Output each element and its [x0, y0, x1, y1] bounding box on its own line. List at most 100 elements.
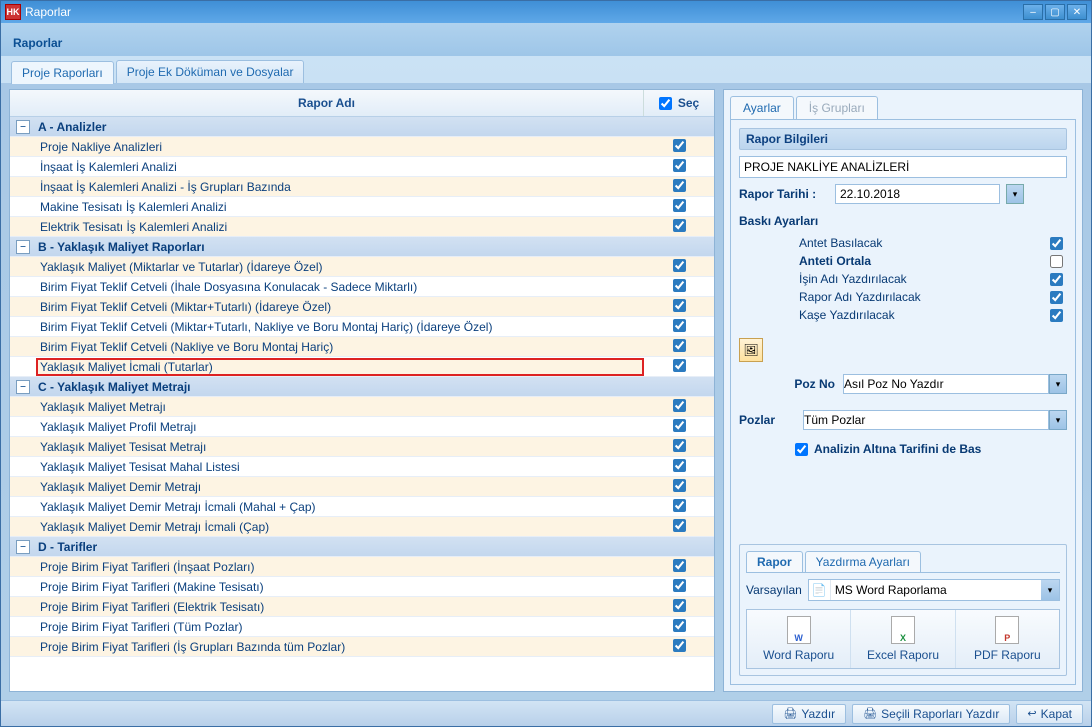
row-select-checkbox[interactable]	[673, 199, 686, 212]
group-label: C - Yaklaşık Maliyet Metrajı	[34, 378, 644, 396]
export-pdf-button[interactable]: P PDF Raporu	[956, 610, 1059, 668]
report-row[interactable]: Proje Birim Fiyat Tarifleri (Tüm Pozlar)	[10, 617, 714, 637]
pdf-file-icon: P	[995, 616, 1019, 644]
report-row[interactable]: Proje Birim Fiyat Tarifleri (İnşaat Pozl…	[10, 557, 714, 577]
report-row[interactable]: Yaklaşık Maliyet İcmali (Tutarlar)	[10, 357, 714, 377]
row-select-checkbox[interactable]	[673, 639, 686, 652]
subtab-yazdirma[interactable]: Yazdırma Ayarları	[805, 551, 921, 572]
report-row[interactable]: Birim Fiyat Teklif Cetveli (Miktar+Tutar…	[10, 297, 714, 317]
row-select-checkbox[interactable]	[673, 279, 686, 292]
group-row[interactable]: –D - Tarifler	[10, 537, 714, 557]
report-label: Proje Nakliye Analizleri	[36, 138, 644, 156]
print-option-label: Rapor Adı Yazdırılacak	[799, 290, 921, 304]
group-row[interactable]: –C - Yaklaşık Maliyet Metrajı	[10, 377, 714, 397]
row-select-checkbox[interactable]	[673, 559, 686, 572]
export-word-button[interactable]: W Word Raporu	[747, 610, 851, 668]
print-option-checkbox[interactable]	[1050, 237, 1063, 250]
row-select-checkbox[interactable]	[673, 159, 686, 172]
print-option-checkbox[interactable]	[1050, 309, 1063, 322]
row-select-checkbox[interactable]	[673, 399, 686, 412]
close-button[interactable]: ↩Kapat	[1016, 704, 1083, 724]
row-select-checkbox[interactable]	[673, 499, 686, 512]
report-row[interactable]: Proje Birim Fiyat Tarifleri (Makine Tesi…	[10, 577, 714, 597]
group-row[interactable]: –A - Analizler	[10, 117, 714, 137]
print-button[interactable]: 🖨Yazdır	[772, 704, 846, 724]
report-label: Yaklaşık Maliyet Demir Metrajı İcmali (M…	[36, 498, 644, 516]
collapse-icon[interactable]: –	[16, 240, 30, 254]
col-header-select[interactable]: Seç	[644, 90, 714, 116]
row-select-checkbox[interactable]	[673, 619, 686, 632]
print-option-checkbox[interactable]	[1050, 291, 1063, 304]
date-input[interactable]	[835, 184, 1000, 204]
tarif-checkbox[interactable]	[795, 443, 808, 456]
report-tree[interactable]: –A - AnalizlerProje Nakliye Analizleriİn…	[10, 117, 714, 691]
report-row[interactable]: Yaklaşık Maliyet Profil Metrajı	[10, 417, 714, 437]
report-row[interactable]: Proje Birim Fiyat Tarifleri (İş Grupları…	[10, 637, 714, 657]
row-select-checkbox[interactable]	[673, 319, 686, 332]
date-picker-button[interactable]: ▾	[1006, 184, 1024, 204]
report-row[interactable]: İnşaat İş Kalemleri Analizi	[10, 157, 714, 177]
row-select-checkbox[interactable]	[673, 219, 686, 232]
report-row[interactable]: Yaklaşık Maliyet Metrajı	[10, 397, 714, 417]
maximize-button[interactable]: ▢	[1045, 4, 1065, 20]
report-row[interactable]: Yaklaşık Maliyet (Miktarlar ve Tutarlar)…	[10, 257, 714, 277]
report-row[interactable]: Yaklaşık Maliyet Demir Metrajı İcmali (M…	[10, 497, 714, 517]
tab-proje-raporlari[interactable]: Proje Raporları	[11, 61, 114, 84]
tab-proje-ek-dokuman[interactable]: Proje Ek Döküman ve Dosyalar	[116, 60, 305, 83]
row-select-checkbox[interactable]	[673, 139, 686, 152]
report-row[interactable]: Birim Fiyat Teklif Cetveli (Miktar+Tutar…	[10, 317, 714, 337]
row-select-checkbox[interactable]	[673, 459, 686, 472]
pozno-select[interactable]	[843, 374, 1049, 394]
print-selected-button[interactable]: 🖨Seçili Raporları Yazdır	[852, 704, 1010, 724]
col-header-name[interactable]: Rapor Adı	[10, 90, 644, 116]
report-row[interactable]: Proje Nakliye Analizleri	[10, 137, 714, 157]
minimize-button[interactable]: –	[1023, 4, 1043, 20]
row-select-checkbox[interactable]	[673, 479, 686, 492]
section-rapor-bilgileri: Rapor Bilgileri	[739, 128, 1067, 150]
row-select-checkbox[interactable]	[673, 599, 686, 612]
report-label: Makine Tesisatı İş Kalemleri Analizi	[36, 198, 644, 216]
settings-panel: Ayarlar İş Grupları Rapor Bilgileri Rapo…	[723, 89, 1083, 692]
collapse-icon[interactable]: –	[16, 120, 30, 134]
row-select-checkbox[interactable]	[673, 179, 686, 192]
report-row[interactable]: Elektrik Tesisatı İş Kalemleri Analizi	[10, 217, 714, 237]
pozno-dropdown-button[interactable]: ▾	[1049, 374, 1067, 394]
report-row[interactable]: Yaklaşık Maliyet Demir Metrajı İcmali (Ç…	[10, 517, 714, 537]
row-select-checkbox[interactable]	[673, 359, 686, 372]
report-row[interactable]: Birim Fiyat Teklif Cetveli (Nakliye ve B…	[10, 337, 714, 357]
report-row[interactable]: İnşaat İş Kalemleri Analizi - İş Gruplar…	[10, 177, 714, 197]
row-select-checkbox[interactable]	[673, 439, 686, 452]
print-option-checkbox[interactable]	[1050, 255, 1063, 268]
report-name-input[interactable]	[739, 156, 1067, 178]
collapse-icon[interactable]: –	[16, 380, 30, 394]
report-row[interactable]: Yaklaşık Maliyet Tesisat Metrajı	[10, 437, 714, 457]
row-select-checkbox[interactable]	[673, 339, 686, 352]
edit-antet-button[interactable]: 🖼	[739, 338, 763, 362]
subtab-rapor[interactable]: Rapor	[746, 551, 803, 572]
row-select-checkbox[interactable]	[673, 259, 686, 272]
print-option-checkbox[interactable]	[1050, 273, 1063, 286]
report-row[interactable]: Proje Birim Fiyat Tarifleri (Elektrik Te…	[10, 597, 714, 617]
main-tabstrip: Proje Raporları Proje Ek Döküman ve Dosy…	[1, 60, 1091, 83]
export-excel-button[interactable]: X Excel Raporu	[851, 610, 955, 668]
date-row: Rapor Tarihi : ▾	[739, 184, 1067, 204]
pozlar-select[interactable]	[803, 410, 1049, 430]
row-select-checkbox[interactable]	[673, 579, 686, 592]
report-row[interactable]: Yaklaşık Maliyet Demir Metrajı	[10, 477, 714, 497]
collapse-icon[interactable]: –	[16, 540, 30, 554]
group-row[interactable]: –B - Yaklaşık Maliyet Raporları	[10, 237, 714, 257]
close-window-button[interactable]: ✕	[1067, 4, 1087, 20]
row-select-checkbox[interactable]	[673, 519, 686, 532]
report-row[interactable]: Makine Tesisatı İş Kalemleri Analizi	[10, 197, 714, 217]
app-window: HK Raporlar – ▢ ✕ Raporlar Proje Raporla…	[0, 0, 1092, 727]
default-output-combo[interactable]: 📄 MS Word Raporlama ▾	[808, 579, 1060, 601]
select-all-checkbox[interactable]	[659, 97, 672, 110]
row-select-checkbox[interactable]	[673, 419, 686, 432]
tab-ayarlar[interactable]: Ayarlar	[730, 96, 794, 119]
row-select-checkbox[interactable]	[673, 299, 686, 312]
report-row[interactable]: Birim Fiyat Teklif Cetveli (İhale Dosyas…	[10, 277, 714, 297]
pozlar-dropdown-button[interactable]: ▾	[1049, 410, 1067, 430]
report-row[interactable]: Yaklaşık Maliyet Tesisat Mahal Listesi	[10, 457, 714, 477]
default-output-dropdown-button[interactable]: ▾	[1041, 580, 1059, 600]
tab-is-gruplari[interactable]: İş Grupları	[796, 96, 878, 119]
